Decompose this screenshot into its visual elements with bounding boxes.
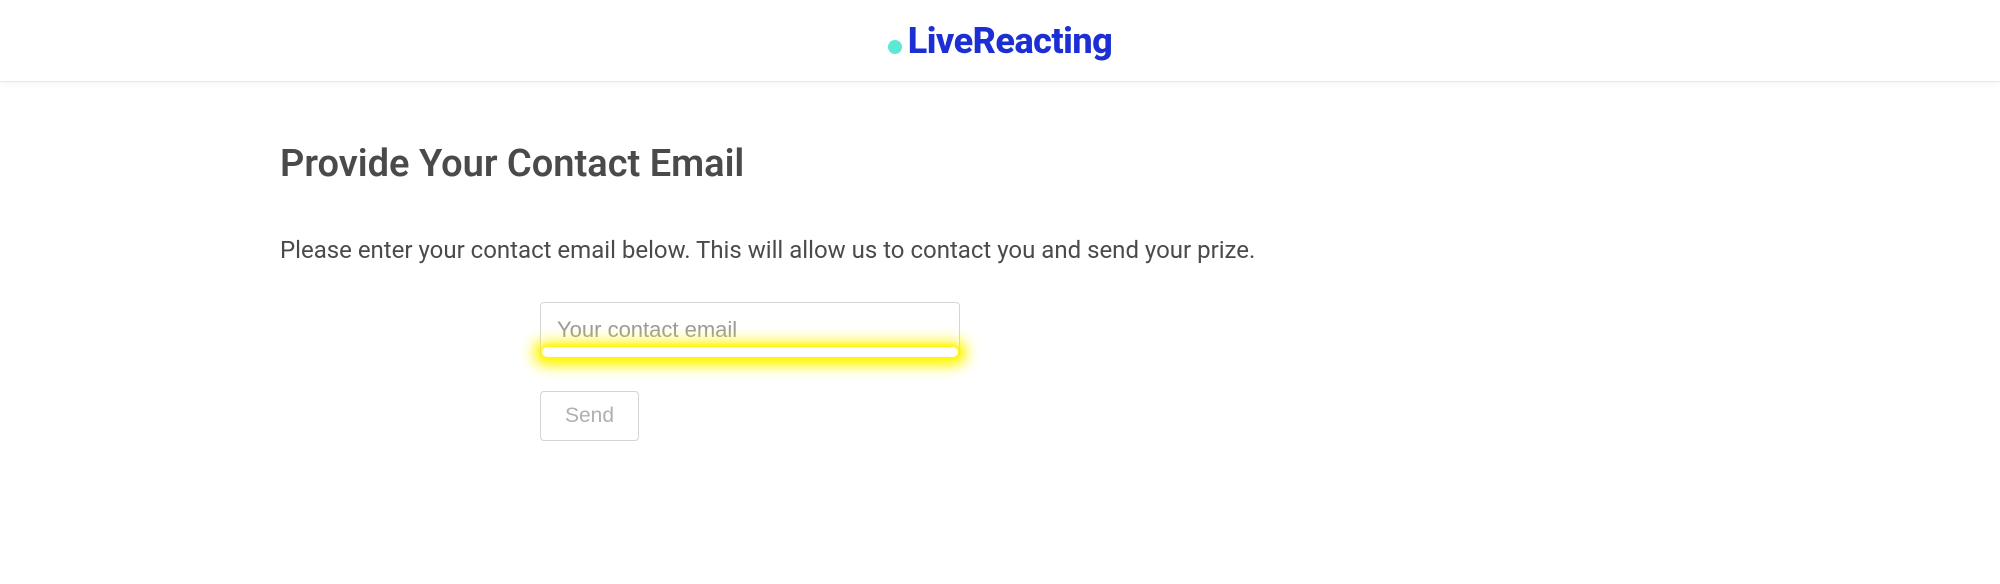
content: Provide Your Contact Email Please enter … bbox=[0, 82, 2000, 441]
brand-name: LiveReacting bbox=[908, 20, 1113, 62]
page-description: Please enter your contact email below. T… bbox=[280, 236, 2000, 264]
highlight-core-icon bbox=[542, 347, 958, 357]
send-button[interactable]: Send bbox=[540, 391, 639, 441]
logo-dot-icon bbox=[888, 40, 902, 54]
header: LiveReacting bbox=[0, 0, 2000, 82]
logo[interactable]: LiveReacting bbox=[888, 20, 1113, 62]
email-input-wrapper bbox=[540, 302, 960, 357]
page-title: Provide Your Contact Email bbox=[280, 142, 2000, 186]
form-area: Send bbox=[280, 302, 2000, 441]
